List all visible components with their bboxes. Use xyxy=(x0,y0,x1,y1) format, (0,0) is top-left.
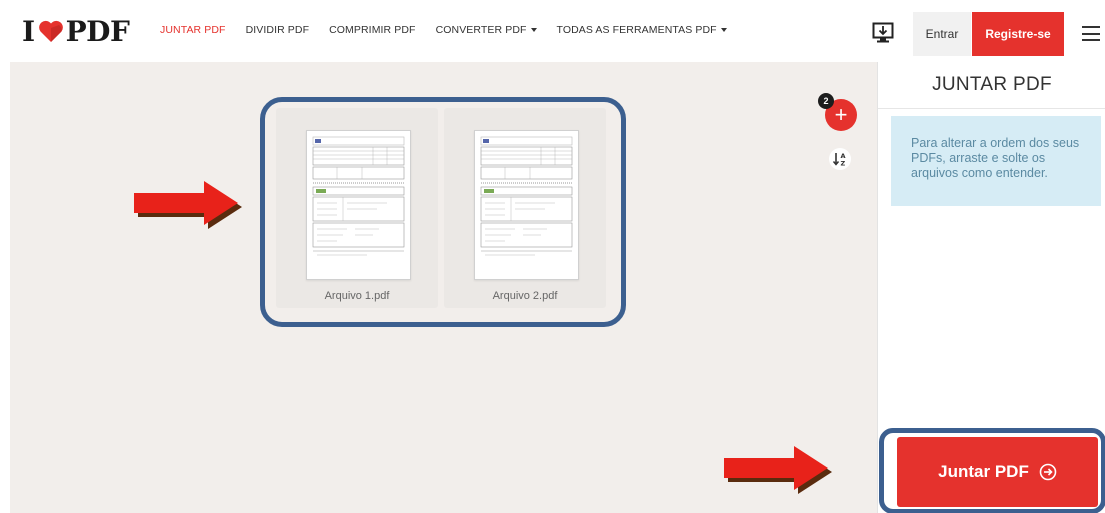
nav-todas-ferramentas[interactable]: TODAS AS FERRAMENTAS PDF xyxy=(557,24,727,36)
red-arrow-icon xyxy=(134,181,242,229)
nav-converter-pdf[interactable]: CONVERTER PDF xyxy=(436,24,537,36)
logo-text-left: I xyxy=(22,14,35,48)
signup-label: Registre-se xyxy=(985,27,1051,41)
ilovepdf-logo[interactable]: I PDF xyxy=(22,14,130,48)
app-window: I PDF JUNTAR PDF DIVIDIR PDF COMPRIMIR P… xyxy=(0,0,1105,513)
main-nav: JUNTAR PDF DIVIDIR PDF COMPRIMIR PDF CON… xyxy=(160,24,747,36)
info-text: Para alterar a ordem dos seus PDFs, arra… xyxy=(911,136,1080,180)
merge-button-highlight-frame xyxy=(879,428,1105,513)
nav-label: COMPRIMIR PDF xyxy=(329,24,416,36)
heart-icon xyxy=(38,20,63,42)
signup-button[interactable]: Registre-se xyxy=(972,12,1064,56)
red-arrow-icon xyxy=(724,446,832,494)
logo-text-right: PDF xyxy=(65,14,130,48)
desktop-download-icon[interactable] xyxy=(872,22,894,44)
files-highlight-frame xyxy=(260,97,626,327)
login-label: Entrar xyxy=(925,27,959,41)
divider xyxy=(878,108,1105,109)
sort-az-icon[interactable]: A Z xyxy=(829,148,851,170)
nav-comprimir-pdf[interactable]: COMPRIMIR PDF xyxy=(329,24,415,36)
nav-label: JUNTAR PDF xyxy=(160,24,226,36)
caret-down-icon xyxy=(530,28,537,32)
svg-text:Z: Z xyxy=(841,160,846,168)
login-button[interactable]: Entrar xyxy=(913,12,971,56)
plus-icon: + xyxy=(834,102,848,127)
file-count-badge: 2 xyxy=(818,93,834,109)
hamburger-menu-icon[interactable] xyxy=(1082,26,1100,41)
nav-label: DIVIDIR PDF xyxy=(245,24,310,36)
sidebar-title: JUNTAR PDF xyxy=(932,74,1052,95)
nav-juntar-pdf[interactable]: JUNTAR PDF xyxy=(160,24,226,36)
caret-down-icon xyxy=(720,28,727,32)
info-box: Para alterar a ordem dos seus PDFs, arra… xyxy=(891,116,1101,206)
nav-label: CONVERTER PDF xyxy=(435,24,527,36)
nav-dividir-pdf[interactable]: DIVIDIR PDF xyxy=(246,24,310,36)
top-header: I PDF JUNTAR PDF DIVIDIR PDF COMPRIMIR P… xyxy=(0,0,1105,62)
nav-label: TODAS AS FERRAMENTAS PDF xyxy=(556,24,717,36)
